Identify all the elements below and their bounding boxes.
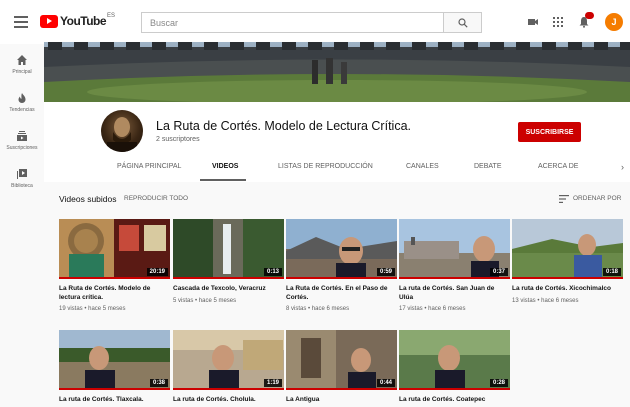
video-card[interactable]: 0:44 La Antigua <box>286 330 397 405</box>
sidebar-item-label: Suscripciones <box>6 145 38 151</box>
tab-pagina-principal[interactable]: PÁGINA PRINCIPAL <box>117 163 181 170</box>
sidebar-item-principal[interactable]: Principal <box>0 54 44 75</box>
apps-grid-icon[interactable] <box>552 16 564 28</box>
videos-section: Videos subidos REPRODUCIR TODO ORDENAR P… <box>44 182 630 407</box>
video-card[interactable]: 0:38 La ruta de Cortés. Tlaxcala. <box>59 330 170 405</box>
logo-text: YouTube <box>60 14 107 28</box>
watch-progress <box>173 277 284 279</box>
tab-listas[interactable]: LISTAS DE REPRODUCCIÓN <box>278 163 373 170</box>
video-duration: 1:19 <box>263 379 282 387</box>
video-duration: 0:37 <box>489 268 508 276</box>
watch-progress <box>59 277 170 279</box>
video-duration: 0:28 <box>489 379 508 387</box>
sidebar-item-label: Tendencias <box>9 107 35 113</box>
top-bar: YouTube ES Buscar J <box>0 0 630 44</box>
video-meta: 5 vistas • hace 5 meses <box>173 297 237 304</box>
video-duration: 20:19 <box>146 268 168 276</box>
section-title: Videos subidos <box>59 194 117 204</box>
account-avatar[interactable]: J <box>605 13 623 31</box>
search-icon <box>457 17 468 28</box>
tab-debate[interactable]: DEBATE <box>474 163 502 170</box>
channel-tabs: PÁGINA PRINCIPAL VIDEOS LISTAS DE REPROD… <box>44 160 630 182</box>
play-logo-icon <box>40 14 58 28</box>
video-title[interactable]: La Ruta de Cortés. En el Paso de Cortés. <box>286 285 397 302</box>
sidebar: Principal Tendencias Suscripciones Bibli… <box>0 44 44 407</box>
video-thumbnail[interactable]: 0:37 <box>399 219 510 279</box>
video-thumbnail[interactable]: 0:13 <box>173 219 284 279</box>
video-title[interactable]: La ruta de Cortés. San Juan de Ulúa <box>399 285 510 302</box>
subscribe-button[interactable]: SUSCRIBIRSE <box>518 122 581 142</box>
create-video-icon[interactable] <box>527 16 539 28</box>
video-thumbnail[interactable]: 0:59 <box>286 219 397 279</box>
video-thumbnail[interactable]: 20:19 <box>59 219 170 279</box>
video-meta: 13 vistas • hace 6 meses <box>512 297 579 304</box>
logo-country: ES <box>107 13 116 19</box>
home-icon <box>17 55 27 65</box>
video-title[interactable]: Cascada de Texcolo, Veracruz <box>173 285 284 294</box>
video-meta: 19 vistas • hace 5 meses <box>59 306 126 312</box>
video-card[interactable]: 0:37 La ruta de Cortés. San Juan de Ulúa… <box>399 219 510 312</box>
watch-progress <box>512 277 623 279</box>
video-title[interactable]: La ruta de Cortés. Cholula. <box>173 396 284 405</box>
tab-canales[interactable]: CANALES <box>406 163 439 170</box>
video-thumbnail[interactable]: 0:18 <box>512 219 623 279</box>
video-duration: 0:44 <box>376 379 395 387</box>
watch-progress <box>173 388 284 390</box>
subscriber-count: 2 suscriptores <box>156 136 200 143</box>
play-all-button[interactable]: REPRODUCIR TODO <box>124 195 188 202</box>
sort-button[interactable]: ORDENAR POR <box>573 195 621 202</box>
sidebar-item-label: Principal <box>12 69 32 75</box>
tab-videos[interactable]: VIDEOS <box>212 163 238 170</box>
video-title[interactable]: La ruta de Cortés. Xicochimalco <box>512 285 623 294</box>
video-duration: 0:13 <box>263 268 282 276</box>
watch-progress <box>399 277 510 279</box>
sidebar-item-label: Biblioteca <box>11 183 33 189</box>
notification-badge <box>585 12 594 19</box>
watch-progress <box>286 388 397 390</box>
channel-name: La Ruta de Cortés. Modelo de Lectura Crí… <box>156 119 411 133</box>
sidebar-item-suscripciones[interactable]: Suscripciones <box>0 130 44 151</box>
sidebar-item-tendencias[interactable]: Tendencias <box>0 92 44 113</box>
video-card[interactable]: 0:13 Cascada de Texcolo, Veracruz 5 vist… <box>173 219 284 304</box>
sidebar-item-biblioteca[interactable]: Biblioteca <box>0 168 44 189</box>
watch-progress <box>286 277 397 279</box>
search-button[interactable] <box>444 12 482 33</box>
watch-progress <box>399 388 510 390</box>
video-card[interactable]: 20:19 La Ruta de Cortés. Modelo de lectu… <box>59 219 170 312</box>
channel-banner <box>44 42 630 102</box>
library-icon <box>17 169 27 179</box>
search-input[interactable]: Buscar <box>141 12 444 33</box>
menu-icon[interactable] <box>14 16 28 28</box>
sort-icon[interactable] <box>559 195 569 203</box>
channel-header: La Ruta de Cortés. Modelo de Lectura Crí… <box>44 102 630 182</box>
youtube-logo[interactable]: YouTube ES <box>40 13 116 28</box>
subscriptions-icon <box>17 131 27 141</box>
video-card[interactable]: 0:18 La ruta de Cortés. Xicochimalco 13 … <box>512 219 623 304</box>
channel-avatar[interactable] <box>101 110 143 152</box>
video-duration: 0:59 <box>376 268 395 276</box>
video-meta: 8 vistas • hace 6 meses <box>286 306 350 312</box>
tab-acerca-de[interactable]: ACERCA DE <box>538 163 578 170</box>
video-card[interactable]: 0:59 La Ruta de Cortés. En el Paso de Co… <box>286 219 397 312</box>
video-title[interactable]: La Antigua <box>286 396 397 405</box>
watch-progress <box>59 388 170 390</box>
video-card[interactable]: 1:19 La ruta de Cortés. Cholula. <box>173 330 284 405</box>
video-thumbnail[interactable]: 0:38 <box>59 330 170 390</box>
video-thumbnail[interactable]: 1:19 <box>173 330 284 390</box>
video-title[interactable]: La Ruta de Cortés. Modelo de lectura crí… <box>59 285 170 302</box>
chevron-right-icon[interactable]: › <box>621 162 624 172</box>
video-duration: 0:38 <box>149 379 168 387</box>
fire-icon <box>18 93 26 103</box>
video-thumbnail[interactable]: 0:28 <box>399 330 510 390</box>
video-title[interactable]: La ruta de Cortés. Coatepec <box>399 396 510 405</box>
video-thumbnail[interactable]: 0:44 <box>286 330 397 390</box>
video-card[interactable]: 0:28 La ruta de Cortés. Coatepec <box>399 330 510 405</box>
video-title[interactable]: La ruta de Cortés. Tlaxcala. <box>59 396 170 405</box>
video-duration: 0:18 <box>602 268 621 276</box>
video-meta: 17 vistas • hace 6 meses <box>399 306 466 312</box>
active-tab-indicator <box>200 179 246 181</box>
